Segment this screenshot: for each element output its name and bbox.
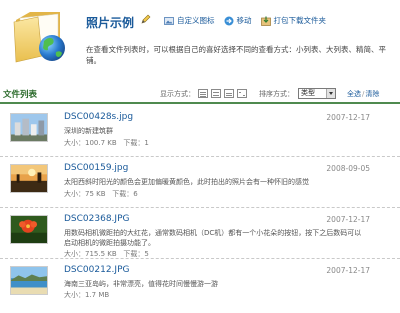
select-separator: /: [362, 89, 365, 98]
move-label: 移动: [236, 16, 252, 25]
file-date: 2007-12-17: [326, 215, 370, 224]
select-all-link[interactable]: 全选: [347, 89, 361, 99]
file-size: 大小：75 KB: [64, 190, 106, 198]
file-meta: 大小：715.5 KB 下载：5: [64, 249, 149, 259]
pencil-icon[interactable]: [141, 14, 151, 24]
file-date: 2007-12-17: [326, 113, 370, 122]
file-date: 2008-09-05: [326, 164, 370, 173]
file-name-link[interactable]: DSC00159.jpg: [64, 163, 128, 173]
package-download-button[interactable]: 打包下载文件夹: [260, 15, 327, 26]
custom-icon-label: 自定义图标: [177, 16, 215, 25]
package-download-label: 打包下载文件夹: [273, 16, 327, 25]
file-name-link[interactable]: DSC00212.JPG: [64, 265, 129, 275]
folder-header: 照片示例 自定义图标 移动 打包下载文件夹 在查看文件列表时，可以根据自己的喜好…: [0, 0, 400, 86]
file-description: 深圳的新建筑群: [64, 127, 113, 135]
package-download-icon: [260, 16, 271, 26]
file-list: DSC00428s.jpg 2007-12-17 深圳的新建筑群 大小：100.…: [0, 106, 400, 310]
list-item: DSC00428s.jpg 2007-12-17 深圳的新建筑群 大小：100.…: [0, 106, 400, 157]
large-list-view-button[interactable]: [211, 89, 221, 98]
folder-description: 在查看文件列表时，可以根据自己的喜好选择不同的查看方式：小列表、大列表、精简、平…: [86, 45, 386, 65]
sort-label: 排序方式：: [259, 89, 294, 98]
file-size: 大小：1.7 MB: [64, 291, 110, 299]
sort-select[interactable]: 类型: [298, 88, 336, 99]
list-item: DSC00212.JPG 2007-12-17 海南三亚岛屿，非常漂亮，值得花时…: [0, 259, 400, 310]
file-description: 用数码相机微距拍的大红花，通常数码相机（DC机）都有一个小花朵的按钮，按下之后数…: [64, 229, 362, 247]
section-divider: [0, 102, 400, 104]
file-meta: 大小：1.7 MB: [64, 290, 109, 300]
file-meta: 大小：75 KB 下载：6: [64, 189, 138, 199]
image-icon: [164, 16, 174, 25]
file-description: 太阳西斜时阳光的颜色会更加偏暖黄颜色，此时拍出的照片会有一种怀旧的感觉: [64, 178, 309, 186]
photo-thumbnail-red-flower[interactable]: [10, 215, 48, 244]
list-item: DSC02368.JPG 2007-12-17 用数码相机微距拍的大红花，通常数…: [0, 208, 400, 259]
file-meta: 大小：100.7 KB 下载：1: [64, 138, 149, 148]
file-downloads: 下载：5: [123, 250, 149, 258]
photo-thumbnail-island[interactable]: [10, 266, 48, 295]
file-size: 大小：715.5 KB: [64, 250, 117, 258]
list-toolbar: 显示方式： 排序方式： 类型 全选 / 清除: [160, 88, 379, 99]
folder-globe-icon: [13, 12, 65, 63]
file-name-link[interactable]: DSC02368.JPG: [64, 214, 129, 224]
list-item: DSC00159.jpg 2008-09-05 太阳西斜时阳光的颜色会更加偏暖黄…: [0, 157, 400, 208]
file-date: 2007-12-17: [326, 266, 370, 275]
folder-actions: 自定义图标 移动 打包下载文件夹: [164, 15, 326, 26]
tile-view-button[interactable]: [237, 89, 247, 98]
sort-select-value: 类型: [301, 89, 315, 97]
file-list-title: 文件列表: [3, 90, 38, 100]
file-downloads: 下载：1: [123, 139, 149, 147]
custom-icon-button[interactable]: 自定义图标: [164, 15, 215, 26]
folder-title: 照片示例: [86, 16, 135, 30]
move-icon: [224, 16, 233, 25]
chevron-down-icon: [326, 89, 335, 98]
photo-thumbnail-sunset[interactable]: [10, 164, 48, 193]
compact-view-button[interactable]: [224, 89, 234, 98]
move-button[interactable]: 移动: [224, 15, 252, 26]
file-description: 海南三亚岛屿，非常漂亮，值得花时间慢慢游一游: [64, 280, 218, 288]
clear-selection-link[interactable]: 清除: [365, 89, 379, 99]
small-list-view-button[interactable]: [198, 89, 208, 98]
file-downloads: 下载：6: [112, 190, 138, 198]
photo-thumbnail-buildings[interactable]: [10, 113, 48, 142]
view-mode-label: 显示方式：: [160, 89, 195, 98]
file-name-link[interactable]: DSC00428s.jpg: [64, 112, 133, 122]
file-size: 大小：100.7 KB: [64, 139, 117, 147]
